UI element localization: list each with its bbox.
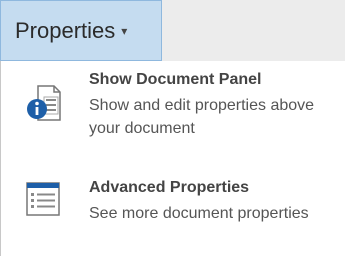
menu-item-description: See more document properties <box>89 205 309 222</box>
properties-menu: Show Document Panel Show and edit proper… <box>0 61 345 256</box>
properties-dropdown-button[interactable]: Properties ▾ <box>0 0 162 61</box>
properties-dropdown-label: Properties <box>15 17 116 43</box>
properties-ui: Properties ▾ Show Document Panel Show an <box>0 0 345 256</box>
chevron-down-icon: ▾ <box>121 23 128 38</box>
menu-item-description: Show and edit properties above your docu… <box>89 97 315 137</box>
list-properties-icon <box>26 182 60 221</box>
menu-item-advanced-properties[interactable]: Advanced Properties See more document pr… <box>1 159 345 254</box>
menu-item-show-document-panel[interactable]: Show Document Panel Show and edit proper… <box>1 61 345 156</box>
document-panel-info-icon <box>26 85 66 126</box>
menu-item-title: Advanced Properties <box>89 179 250 196</box>
menu-item-title: Show Document Panel <box>89 71 262 88</box>
